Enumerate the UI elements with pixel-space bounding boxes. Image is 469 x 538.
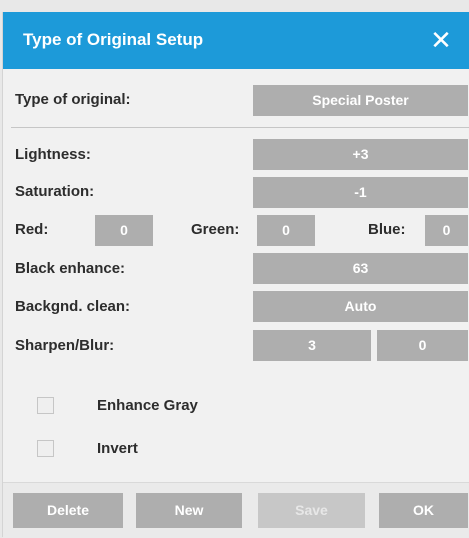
red-label: Red:: [15, 221, 49, 238]
dialog-footer: Delete New Save OK: [3, 482, 469, 538]
dialog-title: Type of Original Setup: [23, 30, 204, 49]
ok-button[interactable]: OK: [379, 493, 468, 528]
black-enhance-field[interactable]: 63: [253, 253, 468, 284]
blur-field[interactable]: 0: [377, 330, 468, 361]
close-icon[interactable]: ✕: [421, 20, 461, 60]
red-field[interactable]: 0: [95, 215, 153, 246]
black-enhance-label: Black enhance:: [15, 260, 126, 277]
new-button[interactable]: New: [136, 493, 242, 528]
sharpen-blur-label: Sharpen/Blur:: [15, 337, 115, 354]
delete-button[interactable]: Delete: [13, 493, 123, 528]
title-bar: Type of Original Setup ✕: [3, 12, 469, 69]
lightness-field[interactable]: +3: [253, 139, 468, 170]
invert-checkbox[interactable]: [37, 440, 54, 457]
save-button[interactable]: Save: [258, 493, 365, 528]
invert-label: Invert: [97, 440, 138, 457]
type-of-original-select[interactable]: Special Poster: [253, 85, 468, 116]
saturation-label: Saturation:: [15, 183, 95, 200]
type-of-original-label: Type of original:: [15, 91, 131, 108]
enhance-gray-checkbox[interactable]: [37, 397, 54, 414]
background-clean-select[interactable]: Auto: [253, 291, 468, 322]
divider: [11, 127, 469, 128]
saturation-field[interactable]: -1: [253, 177, 468, 208]
blue-label: Blue:: [368, 221, 406, 238]
enhance-gray-label: Enhance Gray: [97, 397, 198, 414]
sharpen-field[interactable]: 3: [253, 330, 371, 361]
lightness-label: Lightness:: [15, 146, 91, 163]
blue-field[interactable]: 0: [425, 215, 468, 246]
type-of-original-setup-dialog: Type of Original Setup ✕ Type of origina…: [2, 12, 469, 538]
green-field[interactable]: 0: [257, 215, 315, 246]
background-clean-label: Backgnd. clean:: [15, 298, 131, 315]
green-label: Green:: [191, 221, 240, 238]
